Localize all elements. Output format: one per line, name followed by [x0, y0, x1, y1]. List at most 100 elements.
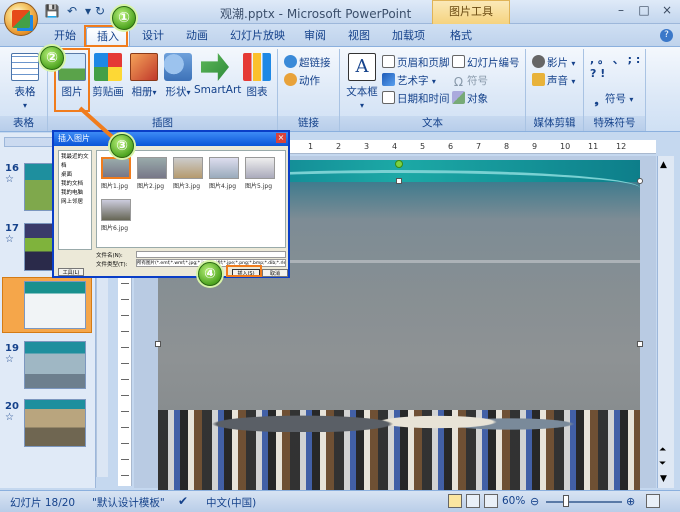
smartart-button[interactable]: SmartArt [194, 53, 241, 96]
action-button[interactable]: 动作 [284, 73, 320, 90]
slide-info: 幻灯片 18/20 [10, 497, 76, 509]
object-button[interactable]: 对象 [452, 91, 488, 108]
zoom-level[interactable]: 60% [502, 495, 525, 507]
fit-window-icon[interactable] [646, 494, 660, 508]
rotate-handle[interactable] [395, 160, 403, 168]
undo-icon[interactable]: ↶ [64, 4, 80, 20]
tools-button[interactable]: 工具(L) [58, 268, 84, 276]
hyperlink-button[interactable]: 超链接 [284, 55, 331, 72]
special-symbol-button[interactable]: ❟ 符号 ▾ [590, 91, 633, 108]
scroll-up-icon[interactable]: ▲ [660, 160, 667, 170]
datetime-label: 日期和时间 [397, 93, 450, 105]
slideshow-view-icon[interactable] [484, 494, 498, 508]
zoom-in-icon[interactable]: ⊕ [626, 495, 635, 508]
file-thumb-6[interactable] [101, 199, 131, 221]
place-mycomputer[interactable]: 我的电脑 [61, 189, 89, 198]
file-thumb-2[interactable] [137, 157, 167, 179]
next-slide-icon[interactable]: ⏷ [659, 460, 666, 469]
tab-view[interactable]: 视图 [338, 27, 380, 46]
place-desktop[interactable]: 桌面 [61, 171, 89, 180]
album-button[interactable]: 相册▾ [128, 53, 160, 99]
shapes-button[interactable]: 形状▾ [162, 53, 194, 99]
prev-slide-icon[interactable]: ⏶ [659, 446, 666, 455]
language[interactable]: 中文(中国) [206, 495, 256, 510]
slide-number-button[interactable]: 幻灯片编号 [452, 55, 520, 72]
chevron-down-icon: ▾ [571, 77, 576, 86]
group-special-symbols: , 。 、 ; : ? ! ❟ 符号 ▾ 特殊符号 [584, 49, 646, 131]
chart-button[interactable]: 图表 [242, 53, 272, 99]
tab-design[interactable]: 设计 [132, 27, 174, 46]
selection-handle[interactable] [396, 178, 402, 184]
slide-thumbnail-18[interactable] [24, 281, 86, 329]
theme-name[interactable]: "默认设计模板" [92, 495, 165, 510]
maximize-button[interactable]: □ [633, 3, 655, 20]
sorter-view-icon[interactable] [466, 494, 480, 508]
tab-slideshow[interactable]: 幻灯片放映 [220, 27, 295, 46]
symbol-grid[interactable]: , 。 、 ; : ? ! [590, 53, 642, 85]
file-thumb-1[interactable] [101, 157, 131, 179]
symbol-label: 符号 [467, 75, 488, 87]
header-footer-button[interactable]: 页眉和页脚 [382, 55, 450, 72]
tab-review[interactable]: 审阅 [294, 27, 336, 46]
group-special-label: 特殊符号 [584, 116, 645, 131]
zoom-out-icon[interactable]: ⊖ [530, 495, 539, 508]
file-thumb-4[interactable] [209, 157, 239, 179]
file-view: 图片1.jpg 图片2.jpg 图片3.jpg 图片4.jpg 图片5.jpg … [96, 150, 286, 248]
filetype-label: 文件类型(T): [96, 262, 128, 268]
callout-1: ① [112, 6, 136, 30]
file-name-5: 图片5.jpg [245, 183, 273, 190]
place-network[interactable]: 网上邻居 [61, 198, 89, 207]
selection-handle[interactable] [637, 341, 643, 347]
table-button-label: 表格 [14, 86, 36, 98]
tab-addins[interactable]: 加载项 [382, 27, 435, 46]
table-button[interactable]: 表格 ▾ [8, 53, 42, 111]
film-icon [532, 55, 545, 68]
file-thumb-5[interactable] [245, 157, 275, 179]
file-name-4: 图片4.jpg [209, 183, 237, 190]
tab-home[interactable]: 开始 [44, 27, 86, 46]
ruler-number: 11 [588, 142, 599, 151]
datetime-button[interactable]: 日期和时间 [382, 91, 450, 108]
selection-handle[interactable] [637, 178, 643, 184]
place-mydocs[interactable]: 我的文档 [61, 180, 89, 189]
textbox-button[interactable]: A 文本框 ▾ [344, 53, 380, 111]
shapes-icon [164, 53, 192, 81]
chevron-down-icon: ▾ [629, 95, 634, 104]
hyperlink-label: 超链接 [299, 57, 331, 69]
clipart-button[interactable]: 剪贴画 [92, 53, 124, 99]
hash-icon [452, 55, 465, 68]
redo-icon[interactable]: ↻ [92, 4, 108, 20]
clipart-icon [94, 53, 122, 81]
filename-input[interactable] [136, 251, 286, 258]
place-recent[interactable]: 我最近的文档 [61, 153, 89, 171]
help-icon[interactable]: ? [660, 29, 673, 42]
selection-handle[interactable] [155, 341, 161, 347]
file-name-2: 图片2.jpg [137, 183, 165, 190]
tab-animation[interactable]: 动画 [176, 27, 218, 46]
wordart-button[interactable]: 艺术字 ▾ [382, 73, 436, 90]
ruler-number: 6 [448, 142, 454, 151]
tab-format[interactable]: 格式 [440, 27, 482, 46]
speaker-icon [532, 73, 545, 86]
office-button[interactable] [4, 2, 38, 36]
omega-icon: Ω [453, 75, 464, 89]
movie-button[interactable]: 影片 ▾ [532, 55, 575, 72]
slide-thumbnail-20[interactable] [24, 399, 86, 447]
dialog-close-icon[interactable]: × [276, 133, 286, 143]
minimize-button[interactable]: – [610, 3, 632, 20]
slide-thumbnail-19[interactable] [24, 341, 86, 389]
zoom-slider[interactable] [546, 501, 622, 503]
cancel-button[interactable]: 取消 [262, 269, 288, 277]
group-media: 影片 ▾ 声音 ▾ 媒体剪辑 [526, 49, 584, 131]
table-icon [11, 53, 39, 81]
zoom-slider-thumb[interactable] [563, 495, 569, 507]
save-icon[interactable]: 💾 [44, 4, 60, 20]
vertical-scrollbar[interactable]: ▲ ⏶ ⏷ ▼ [657, 156, 674, 488]
file-thumb-3[interactable] [173, 157, 203, 179]
normal-view-icon[interactable] [448, 494, 462, 508]
scroll-down-icon[interactable]: ▼ [660, 474, 667, 484]
places-list[interactable]: 我最近的文档 桌面 我的文档 我的电脑 网上邻居 [59, 151, 91, 209]
close-button[interactable]: × [656, 3, 678, 20]
sound-button[interactable]: 声音 ▾ [532, 73, 575, 90]
spellcheck-icon[interactable]: ✔ [178, 494, 188, 508]
